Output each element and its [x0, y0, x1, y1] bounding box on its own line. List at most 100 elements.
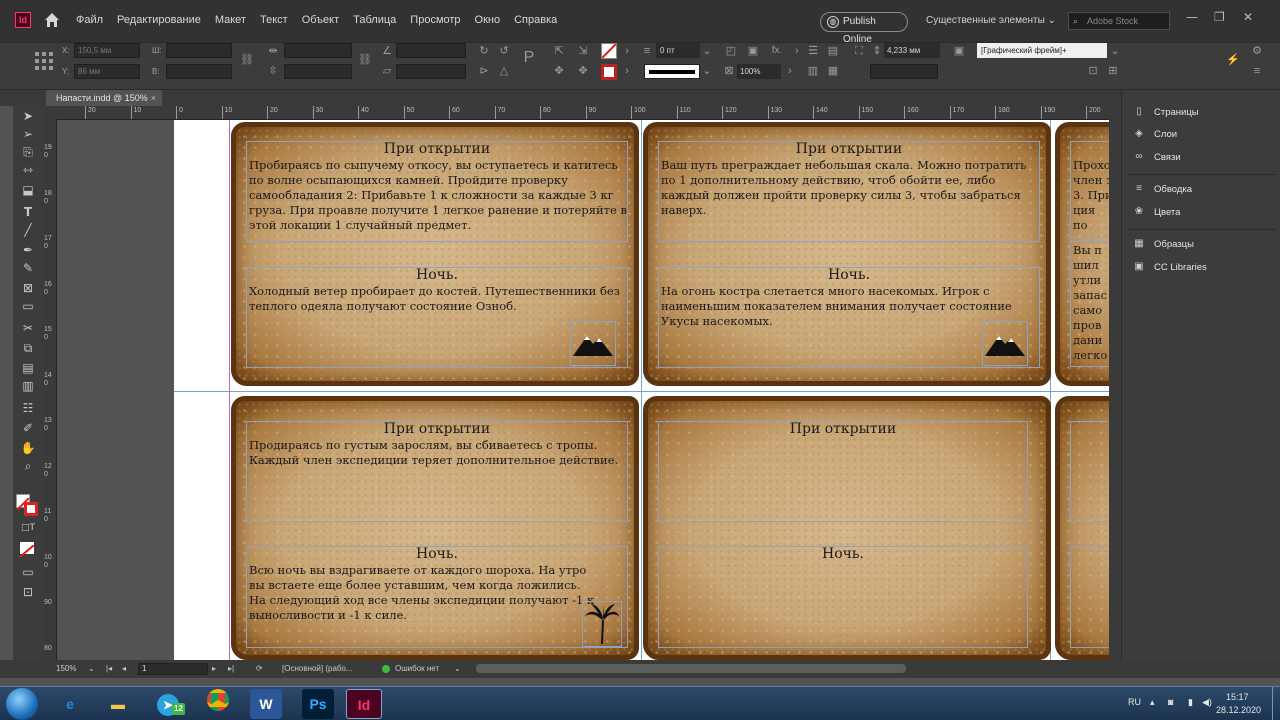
card-parchment-5[interactable]: При открытии Ночь. — [643, 396, 1051, 660]
adobe-stock-search[interactable]: ⌕ Adobe Stock — [1068, 12, 1170, 30]
direct-selection-tool-icon[interactable]: ➢ — [19, 126, 37, 142]
telegram-icon[interactable]: ➤ 12 — [146, 689, 190, 719]
close-tab-icon[interactable]: × — [151, 90, 156, 106]
effects-icon[interactable]: fx. — [770, 44, 784, 58]
panel-cc-libraries[interactable]: ▣ CC Libraries — [1132, 260, 1207, 276]
x-field[interactable]: 150,5 мм — [74, 43, 140, 58]
menu-view[interactable]: Просмотр — [410, 14, 460, 26]
auto-fit-icon[interactable]: ⛶ — [852, 44, 866, 58]
type-tool-icon[interactable]: T — [19, 204, 37, 220]
menu-help[interactable]: Справка — [514, 14, 557, 26]
text-wrap-jump-icon[interactable]: ▦ — [826, 64, 840, 78]
chevron-right-icon-4[interactable]: › — [783, 64, 797, 78]
first-page-icon[interactable]: |◂ — [106, 660, 112, 678]
height-field[interactable] — [166, 64, 232, 79]
next-page-icon[interactable]: ▸ — [212, 660, 216, 678]
prev-page-icon[interactable]: ◂ — [122, 660, 126, 678]
document-tab[interactable]: Напасти.indd @ 150% × — [46, 90, 162, 106]
menu-layout[interactable]: Макет — [215, 14, 246, 26]
select-content-icon[interactable]: ⇲ — [576, 44, 590, 58]
constrain-scale-icon[interactable]: ⛓ — [358, 53, 372, 67]
menu-table[interactable]: Таблица — [353, 14, 396, 26]
chevron-down-icon[interactable]: ⌄ — [700, 44, 714, 58]
text-wrap-none-icon[interactable]: ☰ — [806, 44, 820, 58]
panel-links[interactable]: ∞ Связи — [1132, 150, 1180, 166]
card-parchment-2[interactable]: При открытии Ваш путь преграждает неболь… — [643, 122, 1051, 386]
constrain-link-icon[interactable]: ⛓ — [240, 53, 254, 67]
pen-tool-icon[interactable]: ✒ — [19, 242, 37, 258]
view-mode-icon[interactable]: ▭ — [19, 564, 37, 580]
preflight-status[interactable]: Ошибок нет — [395, 660, 439, 678]
panel-swatches[interactable]: ▦ Образцы — [1132, 237, 1194, 253]
width-field[interactable] — [166, 43, 232, 58]
minimize-icon[interactable]: — — [1186, 10, 1198, 24]
select-prev-icon[interactable]: ✥ — [552, 64, 566, 78]
flip-vertical-icon[interactable]: △ — [497, 64, 511, 78]
stroke-type-select[interactable] — [644, 64, 700, 79]
page-number-field[interactable]: 1 — [138, 663, 208, 675]
lightning-icon[interactable]: ⚡ — [1226, 53, 1240, 67]
menu-object[interactable]: Объект — [302, 14, 339, 26]
mountain-icon[interactable] — [570, 321, 616, 366]
rectangle-tool-icon[interactable]: ▭ — [19, 298, 37, 314]
horizontal-ruler[interactable]: 20 10 0 10 20 30 40 50 60 70 80 90 100 110 120 130 140 15… — [57, 106, 1109, 120]
start-button[interactable] — [6, 688, 38, 720]
clear-overrides-icon[interactable]: ⊡ — [1086, 64, 1100, 78]
workspace-switcher[interactable]: Существенные элементы ⌄ — [926, 15, 1056, 26]
volume-icon[interactable]: ◀) — [1202, 697, 1212, 708]
palm-tree-icon[interactable] — [582, 601, 622, 647]
gear-icon[interactable]: ⚙ — [1250, 44, 1264, 58]
card-parchment[interactable]: При открытии Пробираясь по сыпучему отко… — [231, 122, 639, 386]
gap-tool-icon[interactable]: ⇿ — [19, 162, 37, 178]
rotate-field[interactable] — [396, 43, 466, 58]
last-page-icon[interactable]: ▸| — [228, 660, 234, 678]
page-tool-icon[interactable]: ⎘ — [19, 144, 37, 160]
y-field[interactable]: 86 мм — [74, 64, 140, 79]
gap-field-2[interactable] — [870, 64, 938, 79]
gradient-feather-tool-icon[interactable]: ▥ — [19, 378, 37, 394]
text-wrap-box-icon[interactable]: ▤ — [826, 44, 840, 58]
chevron-down-icon-3[interactable]: ⌄ — [1108, 44, 1122, 58]
photoshop-icon[interactable]: Ps — [302, 689, 334, 719]
language-indicator[interactable]: RU — [1128, 697, 1141, 707]
chrome-icon[interactable] — [196, 689, 240, 719]
style-options-icon[interactable]: ⊞ — [1106, 64, 1120, 78]
ruler-corner[interactable] — [43, 106, 57, 120]
text-frame-night-6[interactable] — [1070, 546, 1109, 648]
tray-arrow-icon[interactable]: ▴ — [1150, 697, 1155, 708]
select-container-icon[interactable]: ⇱ — [552, 44, 566, 58]
panel-stroke[interactable]: ≡ Обводка — [1132, 182, 1192, 198]
home-icon[interactable] — [43, 11, 61, 29]
drop-shadow-icon[interactable]: ▣ — [746, 44, 760, 58]
fill-none-swatch[interactable] — [601, 43, 617, 59]
flip-horizontal-icon[interactable]: ⊳ — [477, 64, 491, 78]
chevron-right-icon-2[interactable]: › — [620, 64, 634, 78]
screen-mode-icon[interactable]: ⊡ — [19, 584, 37, 600]
chevron-down-icon-4[interactable]: ⌄ — [454, 660, 461, 678]
formatting-container-icon[interactable]: □T — [19, 520, 37, 536]
rotate-cw-icon[interactable]: ↻ — [477, 44, 491, 58]
reference-point-icon[interactable] — [34, 51, 54, 71]
chevron-right-icon-3[interactable]: › — [790, 44, 804, 58]
chevron-down-icon-2[interactable]: ⌄ — [700, 64, 714, 78]
selection-tool-icon[interactable]: ➤ — [19, 108, 37, 124]
panel-color[interactable]: ❀ Цвета — [1132, 205, 1181, 221]
clock-date[interactable]: 28.12.2020 — [1216, 705, 1261, 715]
document-canvas[interactable]: При открытии Пробираясь по сыпучему отко… — [57, 120, 1109, 660]
opacity-field[interactable]: 100% — [737, 64, 781, 79]
select-next-icon[interactable]: ✥ — [576, 64, 590, 78]
scale-y-field[interactable] — [284, 64, 352, 79]
text-wrap-shape-icon[interactable]: ▥ — [806, 64, 820, 78]
menu-window[interactable]: Окно — [475, 14, 501, 26]
preflight-profile[interactable]: [Основной] (рабо... — [282, 660, 353, 678]
file-explorer-icon[interactable]: ▬ — [96, 689, 140, 719]
panel-pages[interactable]: ▯ Страницы — [1132, 105, 1198, 121]
scissors-tool-icon[interactable]: ✂ — [19, 320, 37, 336]
zoom-tool-icon[interactable]: ⌕ — [19, 458, 37, 474]
gap-field[interactable]: 4,233 мм — [884, 43, 940, 58]
eyedropper-tool-icon[interactable]: ✐ — [19, 420, 37, 436]
stroke-swatch-tool[interactable] — [24, 502, 38, 516]
horizontal-scrollbar[interactable] — [476, 664, 906, 673]
pencil-tool-icon[interactable]: ✎ — [19, 260, 37, 276]
gradient-swatch-tool-icon[interactable]: ▤ — [19, 360, 37, 376]
